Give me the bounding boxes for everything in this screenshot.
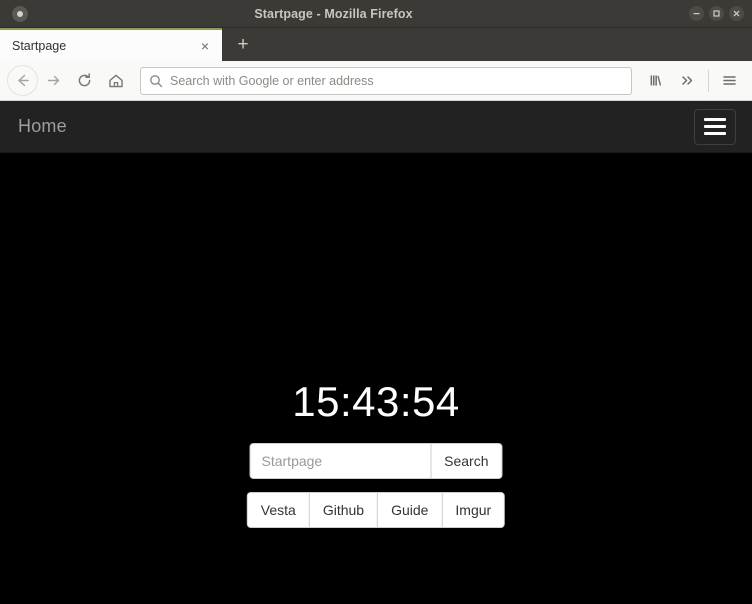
hamburger-menu-button[interactable] [694, 108, 736, 145]
site-navbar: Home [0, 101, 752, 153]
library-icon[interactable] [641, 65, 672, 96]
page-viewport: Home 15:43:54 Search Vesta Github Guide … [0, 101, 752, 604]
quicklink-vesta[interactable]: Vesta [247, 493, 309, 527]
startpage-search-button[interactable]: Search [430, 444, 502, 478]
minimize-button[interactable] [689, 6, 704, 21]
overflow-chevrons-icon[interactable] [672, 65, 703, 96]
reload-icon[interactable] [69, 65, 100, 96]
tab-startpage[interactable]: Startpage × [0, 28, 222, 61]
quicklink-github[interactable]: Github [308, 493, 378, 527]
startpage-search-input[interactable] [250, 444, 431, 478]
hamburger-bar [704, 132, 726, 135]
address-input[interactable] [170, 67, 623, 94]
quicklinks-group: Vesta Github Guide Imgur [246, 492, 506, 528]
window-title: Startpage - Mozilla Firefox [254, 6, 413, 21]
browser-toolbar [0, 61, 752, 101]
back-icon[interactable] [7, 65, 38, 96]
app-menu-icon[interactable] [714, 65, 745, 96]
hamburger-bar [704, 118, 726, 121]
tab-title: Startpage [12, 38, 67, 53]
startpage-search-group: Search [249, 443, 503, 479]
close-icon[interactable]: × [196, 37, 214, 55]
quicklink-guide[interactable]: Guide [377, 493, 442, 527]
window-titlebar: Startpage - Mozilla Firefox [0, 0, 752, 28]
app-dock: S [0, 595, 752, 604]
toolbar-divider [708, 69, 709, 92]
forward-icon[interactable] [38, 65, 69, 96]
clock-display: 15:43:54 [292, 378, 460, 425]
new-tab-button[interactable]: + [228, 29, 258, 59]
site-brand[interactable]: Home [18, 116, 67, 137]
address-bar[interactable] [140, 66, 632, 95]
home-icon[interactable] [100, 65, 131, 96]
window-controls [689, 6, 744, 21]
hero-section: 15:43:54 Search Vesta Github Guide Imgur [0, 153, 752, 604]
search-icon [150, 74, 163, 87]
browser-tabbar: Startpage × + [0, 28, 752, 61]
maximize-button[interactable] [709, 6, 724, 21]
quicklink-imgur[interactable]: Imgur [441, 493, 505, 527]
hamburger-bar [704, 125, 726, 128]
close-button[interactable] [729, 6, 744, 21]
